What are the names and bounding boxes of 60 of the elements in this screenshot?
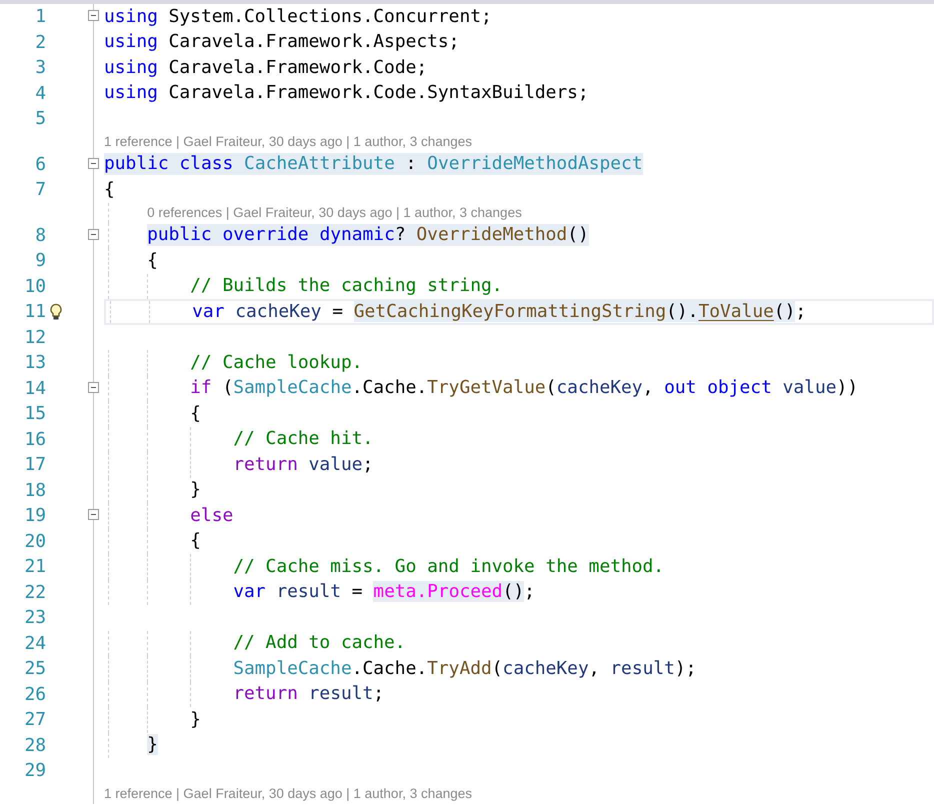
line-number: 11 <box>23 301 46 322</box>
collapse-toggle[interactable] <box>88 382 99 392</box>
code-line: // Cache lookup. <box>190 352 362 374</box>
code-line: return result; <box>233 683 384 706</box>
code-line: // Cache hit. <box>233 428 374 450</box>
code-line: // Add to cache. <box>233 632 406 654</box>
line-number: 6 <box>34 154 46 175</box>
collapse-toggle[interactable] <box>88 509 99 520</box>
code-line: else <box>190 504 234 527</box>
line-number: 3 <box>34 57 46 78</box>
line-number: 14 <box>23 378 46 399</box>
lightbulb-icon[interactable] <box>49 302 63 321</box>
line-number: 18 <box>23 480 46 501</box>
code-line: { <box>190 530 201 552</box>
line-number: 19 <box>23 505 46 526</box>
collapse-toggle[interactable] <box>88 10 99 21</box>
collapse-toggle[interactable] <box>88 228 99 240</box>
code-lens[interactable]: 1 reference | Gael Fraiteur, 30 days ago | 1 author, 3 changes <box>104 786 472 801</box>
code-line: // Cache miss. Go and invoke the method. <box>233 556 664 578</box>
line-number: 16 <box>23 428 46 450</box>
code-line: { <box>104 178 115 201</box>
line-number: 23 <box>23 607 46 628</box>
line-number: 5 <box>34 108 46 130</box>
code-lens[interactable]: 1 reference | Gael Fraiteur, 30 days ago | 1 author, 3 changes <box>104 134 472 149</box>
line-number: 10 <box>23 276 46 297</box>
line-number: 21 <box>23 556 46 578</box>
code-line: if (SampleCache.Cache.TryGetValue(cacheKey, out object value)) <box>190 377 858 400</box>
code-line: var cacheKey = GetCachingKeyFormattingString().ToValue(); <box>192 300 806 323</box>
code-line: return value; <box>233 454 374 476</box>
code-line: } <box>190 479 201 502</box>
line-number: 9 <box>34 250 46 272</box>
code-line: using Caravela.Framework.Aspects; <box>104 31 460 54</box>
line-number: 26 <box>23 684 46 705</box>
code-line: SampleCache.Cache.TryAdd(cacheKey, result); <box>233 658 696 680</box>
line-number: 24 <box>23 632 46 654</box>
line-number: 12 <box>23 326 46 348</box>
line-number: 1 <box>34 6 46 28</box>
line-number: 13 <box>23 352 46 374</box>
code-line: using Caravela.Framework.Code; <box>104 56 428 79</box>
line-number: 29 <box>23 760 46 782</box>
line-number: 2 <box>34 32 46 53</box>
code-line: } <box>190 708 201 731</box>
code-line: // Builds the caching string. <box>190 275 503 298</box>
line-number: 15 <box>23 403 46 424</box>
code-line: using System.Collections.Concurrent; <box>104 6 492 28</box>
code-line: var result = meta.Proceed(); <box>233 581 535 604</box>
line-number: 7 <box>34 179 46 200</box>
line-number: 22 <box>23 582 46 603</box>
code-line: { <box>190 402 201 425</box>
line-number: 8 <box>34 224 46 246</box>
code-line: { <box>147 250 158 272</box>
code-line: using Caravela.Framework.Code.SyntaxBuilders; <box>104 82 589 104</box>
line-number: 20 <box>23 530 46 552</box>
line-number: 4 <box>34 82 46 104</box>
line-number: 28 <box>23 734 46 756</box>
collapse-toggle[interactable] <box>88 158 99 168</box>
code-lens[interactable]: 0 references | Gael Fraiteur, 30 days ago | 1 author, 3 changes <box>147 205 522 220</box>
line-number: 27 <box>23 709 46 730</box>
line-number: 17 <box>23 454 46 476</box>
line-number: 25 <box>23 658 46 680</box>
